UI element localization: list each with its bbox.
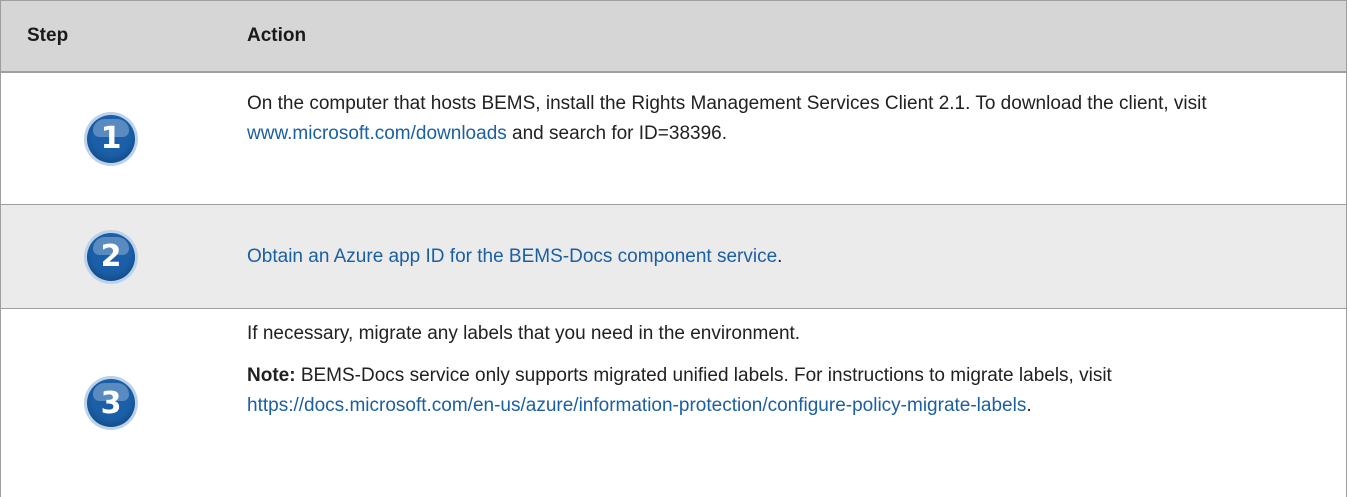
step-cell: 3 [1,309,221,497]
obtain-azure-app-id-link[interactable]: Obtain an Azure app ID for the BEMS-Docs… [247,246,777,267]
action-text: Obtain an Azure app ID for the BEMS-Docs… [247,242,782,272]
action-text: On the computer that hosts BEMS, install… [247,89,1320,149]
step-3-number-icon: 3 [87,379,135,427]
action-text: If necessary, migrate any labels that yo… [247,323,801,344]
action-text-after: and search for ID=38396. [506,123,727,144]
step-number: 2 [100,239,122,274]
table-row: 3 If necessary, migrate any labels that … [1,309,1346,497]
step-cell: 1 [1,73,221,204]
note-text: BEMS-Docs service only supports migrated… [295,365,1112,386]
header-action: Action [247,25,307,46]
step-2-number-icon: 2 [87,232,135,281]
step-cell: 2 [1,205,221,308]
step-number: 3 [100,385,122,421]
migrate-labels-docs-link[interactable]: https://docs.microsoft.com/en-us/azure/i… [247,395,1026,416]
note-label: Note: [247,365,296,386]
action-cell: On the computer that hosts BEMS, install… [221,73,1346,204]
action-cell: If necessary, migrate any labels that yo… [221,309,1346,497]
note-after: . [1026,395,1032,416]
action-cell: Obtain an Azure app ID for the BEMS-Docs… [221,205,1346,308]
note-paragraph: Note: BEMS-Docs service only supports mi… [247,361,1320,421]
action-text-after: . [777,245,783,267]
action-text-before: On the computer that hosts BEMS, install… [247,93,1207,114]
header-step: Step [27,25,69,46]
table-row: 2 Obtain an Azure app ID for the BEMS-Do… [1,205,1346,309]
table-header: Step Action [1,1,1346,73]
microsoft-downloads-link[interactable]: www.microsoft.com/downloads [247,123,507,144]
steps-table: Step Action 1 On the computer that hosts… [0,0,1347,497]
table-row: 1 On the computer that hosts BEMS, insta… [1,73,1346,205]
step-number: 1 [100,121,122,156]
step-1-number-icon: 1 [87,114,135,163]
